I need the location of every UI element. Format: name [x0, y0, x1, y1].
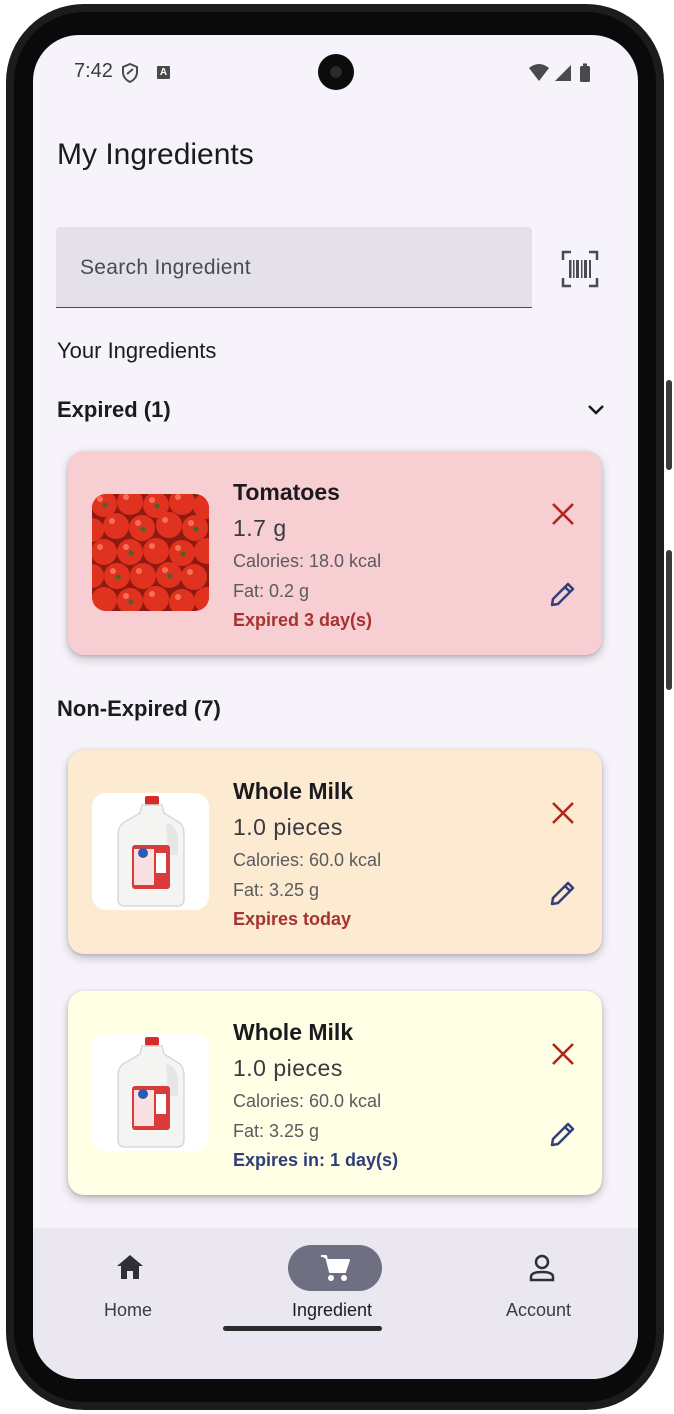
close-icon[interactable]: [548, 798, 578, 828]
camera-cutout: [318, 54, 354, 90]
ingredient-card-whole-milk[interactable]: Whole Milk 1.0 pieces Calories: 60.0 kca…: [68, 750, 602, 954]
battery-icon: [580, 66, 590, 82]
gesture-home-bar[interactable]: [223, 1326, 382, 1331]
app-screen: 7:42 A My Ingredients Search Ingredient …: [33, 35, 638, 1379]
chevron-down-icon[interactable]: [585, 399, 607, 421]
ingredient-quantity: 1.0 pieces: [233, 1055, 343, 1081]
power-button: [666, 550, 672, 690]
barcode-scan-icon[interactable]: [558, 247, 602, 291]
ingredient-calories: Calories: 60.0 kcal: [233, 850, 382, 870]
status-time: 7:42: [74, 60, 113, 82]
ingredient-card-tomatoes[interactable]: Tomatoes 1.7 g Calories: 18.0 kcal Fat: …: [68, 451, 602, 655]
wifi-icon: [529, 64, 549, 81]
person-icon: [529, 1254, 555, 1282]
close-icon[interactable]: [548, 1039, 578, 1069]
search-placeholder: Search Ingredient: [80, 256, 251, 279]
tomatoes-image: [92, 494, 209, 611]
ingredient-calories: Calories: 60.0 kcal: [233, 1091, 382, 1111]
pencil-icon[interactable]: [548, 579, 578, 609]
nav-item-account[interactable]: Account: [485, 1228, 598, 1338]
nav-item-home[interactable]: Home: [73, 1228, 186, 1338]
cart-icon: [321, 1255, 350, 1281]
milk-jug-image: [92, 1034, 209, 1151]
nav-label-home: Home: [104, 1300, 153, 1320]
expiry-status: Expired 3 day(s): [233, 610, 373, 630]
ingredient-name: Tomatoes: [233, 479, 340, 505]
ingredient-fat: Fat: 3.25 g: [233, 880, 320, 900]
expiry-status: Expires in: 1 day(s): [233, 1150, 399, 1170]
ingredient-name: Whole Milk: [233, 778, 354, 804]
home-icon: [117, 1255, 143, 1279]
volume-button: [666, 380, 672, 470]
pencil-icon[interactable]: [548, 878, 578, 908]
a-icon: A: [157, 66, 170, 79]
ingredient-calories: Calories: 18.0 kcal: [233, 551, 382, 571]
signal-icon: [555, 65, 571, 81]
ingredient-quantity: 1.0 pieces: [233, 814, 343, 840]
nav-item-ingredient[interactable]: Ingredient: [279, 1228, 392, 1338]
ingredient-name: Whole Milk: [233, 1019, 354, 1045]
ingredient-card-whole-milk[interactable]: Whole Milk 1.0 pieces Calories: 60.0 kca…: [68, 991, 602, 1195]
search-input[interactable]: Search Ingredient: [56, 227, 532, 308]
milk-jug-image: [92, 793, 209, 910]
bottom-navigation: Home Ingredient Account: [33, 1228, 638, 1379]
status-bar: 7:42 A: [33, 35, 638, 111]
expiry-status: Expires today: [233, 909, 352, 929]
non-expired-section-heading: Non-Expired (7): [57, 696, 221, 721]
close-icon[interactable]: [548, 499, 578, 529]
ingredient-fat: Fat: 0.2 g: [233, 581, 310, 601]
page-title: My Ingredients: [57, 138, 254, 171]
your-ingredients-heading: Your Ingredients: [57, 338, 217, 363]
ingredient-quantity: 1.7 g: [233, 515, 287, 541]
nav-label-ingredient: Ingredient: [292, 1300, 373, 1320]
nav-label-account: Account: [506, 1300, 572, 1320]
shield-icon: [122, 63, 138, 83]
system-icons: [529, 63, 590, 82]
expired-section-toggle[interactable]: Expired (1): [57, 397, 171, 423]
ingredient-fat: Fat: 3.25 g: [233, 1121, 320, 1141]
pencil-icon[interactable]: [548, 1119, 578, 1149]
